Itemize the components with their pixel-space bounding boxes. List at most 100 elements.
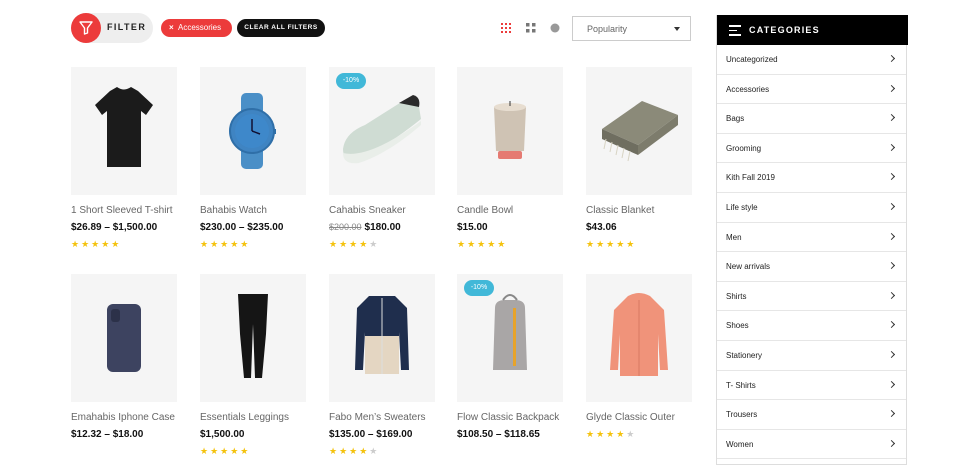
product-name[interactable]: Bahabis Watch [200,205,267,216]
jacket-image [610,293,668,376]
product-name[interactable]: Cahabis Sneaker [329,205,406,216]
sidebar-category-item[interactable]: New arrivals [717,252,906,282]
sidebar-category-item[interactable]: Trousers [717,400,906,430]
product-card[interactable]: -10% Flow Classic Backpack $108.50 – $11… [457,274,563,469]
chevron-right-icon [887,350,896,359]
category-label: New arrivals [726,262,771,272]
product-card[interactable]: Bahabis Watch $230.00 – $235.00 ★★★★★ [200,67,306,262]
product-image[interactable] [329,274,435,402]
rating-stars: ★★★★★ [329,446,380,456]
product-card[interactable]: Emahabis Iphone Case $12.32 – $18.00 [71,274,177,469]
sidebar-category-item[interactable]: Shirts [717,282,906,312]
remove-filter-icon[interactable]: × [169,19,174,37]
old-price: $200.00 [329,222,362,232]
categories-header: CATEGORIES [717,15,908,45]
chevron-right-icon [887,380,896,388]
chevron-right-icon [887,291,896,299]
tshirt-image [95,87,153,167]
product-name[interactable]: 1 Short Sleeved T-shirt [71,205,173,216]
sidebar-category-item[interactable]: Bags [717,104,906,134]
product-image[interactable] [200,274,306,402]
grid-2-view-icon[interactable] [526,23,536,33]
sidebar-category-item[interactable]: Shoes [717,311,906,341]
chevron-right-icon [887,114,896,122]
rating-stars: ★★★★★ [200,239,251,249]
product-price: $15.00 [457,222,488,233]
product-name[interactable]: Flow Classic Backpack [457,412,559,423]
active-filter-chip[interactable]: × Accessories [161,19,232,37]
category-label: Accessories [726,84,770,94]
sidebar-category-item[interactable]: Accessories [717,75,906,105]
chevron-right-icon [887,232,896,240]
chevron-right-icon [887,173,896,181]
product-image[interactable] [586,274,692,402]
product-name[interactable]: Essentials Leggings [200,412,289,423]
list-view-icon[interactable] [550,23,560,33]
chevron-right-icon [887,143,896,151]
product-card[interactable]: Essentials Leggings $1,500.00 ★★★★★ [200,274,306,469]
product-price: $108.50 – $118.65 [457,429,540,440]
sidebar-category-item[interactable]: T- Shirts [717,371,906,401]
blanket-image [602,101,678,162]
product-image[interactable] [457,67,563,195]
product-name[interactable]: Fabo Men’s Sweaters [329,412,426,423]
category-label: T- Shirts [726,380,756,390]
product-image[interactable] [71,67,177,195]
rating-stars: ★★★★★ [457,239,508,249]
sidebar-category-item[interactable]: Men [717,223,906,253]
product-name[interactable]: Glyde Classic Outer [586,412,675,423]
rating-stars: ★★★★★ [586,429,637,439]
product-price: $26.89 – $1,500.00 [71,222,158,233]
rating-stars: ★★★★★ [200,446,251,456]
discount-badge: -10% [336,73,366,89]
product-image[interactable]: -10% [457,274,563,402]
sidebar-category-item[interactable]: Women [717,430,906,460]
product-card[interactable]: Glyde Classic Outer ★★★★★ [586,274,692,469]
candle-image [494,101,526,159]
product-card[interactable]: Candle Bowl $15.00 ★★★★★ [457,67,563,262]
product-price: $135.00 – $169.00 [329,429,413,440]
product-image[interactable] [71,274,177,402]
sweater-image [355,296,409,374]
product-name[interactable]: Candle Bowl [457,205,513,216]
product-price: $1,500.00 [200,429,245,440]
sidebar-category-item[interactable]: Grooming [717,134,906,164]
sidebar-category-item[interactable]: Life style [717,193,906,223]
sidebar-category-item[interactable]: Uncategorized [717,45,906,75]
filter-button[interactable]: FILTER [71,13,153,43]
product-image[interactable] [586,67,692,195]
chevron-right-icon [887,410,896,418]
category-label: Uncategorized [726,55,778,64]
category-label: Shirts [726,291,747,301]
product-card[interactable]: Classic Blanket $43.06 ★★★★★ [586,67,692,262]
shop-toolbar: FILTER × Accessories CLEAR ALL FILTERS P… [71,13,691,43]
category-label: Stationery [726,351,763,360]
rating-stars: ★★★★★ [329,239,380,249]
category-label: Grooming [726,143,762,153]
chevron-right-icon [887,54,896,63]
categories-title: CATEGORIES [749,25,820,35]
product-price: $200.00 $180.00 [329,222,401,233]
sidebar-category-item[interactable]: Kith Fall 2019 [717,163,906,193]
product-name[interactable]: Classic Blanket [586,205,654,216]
chevron-right-icon [887,84,896,92]
chevron-right-icon [887,202,896,211]
product-price: $43.06 [586,222,617,233]
rating-stars: ★★★★★ [71,239,122,249]
category-label: Bags [726,114,745,124]
grid-4-view-icon[interactable] [501,23,511,33]
category-label: Men [726,232,742,242]
product-card[interactable]: 1 Short Sleeved T-shirt $26.89 – $1,500.… [71,67,177,262]
sidebar-category-item[interactable]: Stationery [717,341,906,371]
category-label: Kith Fall 2019 [726,173,775,183]
product-card[interactable]: -10% Cahabis Sneaker $200.00 $180.00 ★★★★… [329,67,435,262]
clear-all-filters-button[interactable]: CLEAR ALL FILTERS [237,19,325,37]
sort-select[interactable]: Popularity [572,16,691,41]
chevron-right-icon [887,439,896,447]
product-name[interactable]: Emahabis Iphone Case [71,412,175,423]
product-image[interactable] [200,67,306,195]
category-label: Life style [726,203,758,212]
product-card[interactable]: Fabo Men’s Sweaters $135.00 – $169.00 ★★… [329,274,435,469]
product-image[interactable]: -10% [329,67,435,195]
active-filter-label: Accessories [178,23,222,32]
